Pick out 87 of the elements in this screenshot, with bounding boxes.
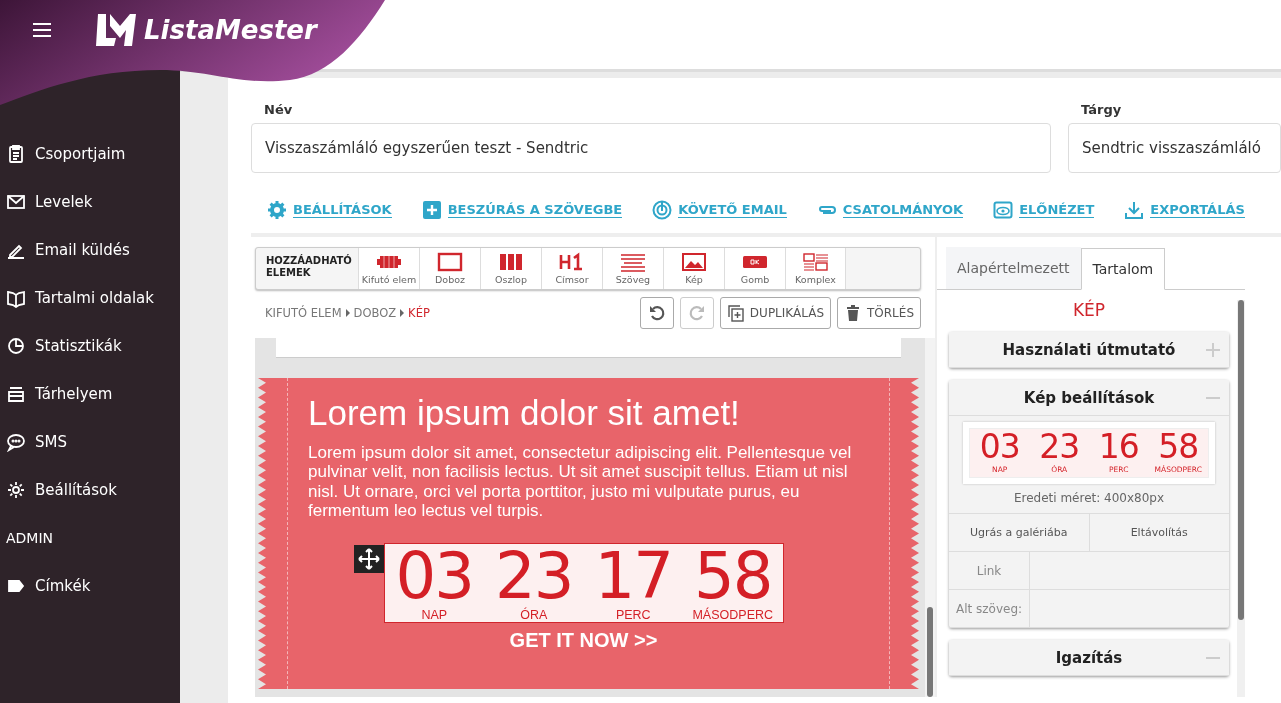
book-icon xyxy=(6,288,26,308)
undo-icon xyxy=(647,304,666,322)
breadcrumb-item[interactable]: KÉP xyxy=(408,306,430,320)
countdown-value: 17 xyxy=(594,543,672,608)
gear-icon xyxy=(6,480,26,500)
box-icon xyxy=(435,252,465,272)
sidebar-item[interactable]: Tartalmi oldalak xyxy=(0,274,180,322)
countdown-value: 16 xyxy=(1098,429,1139,465)
palette-item[interactable]: Kép xyxy=(663,248,724,289)
envelope-icon xyxy=(6,192,26,212)
section-header[interactable]: Igazítás xyxy=(949,640,1229,676)
chart-icon xyxy=(6,336,26,356)
palette-item[interactable]: Szöveg xyxy=(602,248,663,289)
section-header[interactable]: Kép beállítások xyxy=(949,380,1229,416)
countdown-value: 03 xyxy=(979,429,1020,465)
scrollbar[interactable] xyxy=(925,338,935,697)
palette-item[interactable]: Gomb xyxy=(724,248,785,289)
panel-button[interactable]: Eltávolítás xyxy=(1088,514,1229,551)
caret-icon xyxy=(344,309,351,317)
breadcrumb-item[interactable]: KIFUTÓ ELEM xyxy=(265,306,342,320)
countdown-value: 23 xyxy=(495,543,573,608)
text-field[interactable]: Sendtric visszaszámláló xyxy=(1068,123,1281,173)
logo-text: ListaMester xyxy=(144,15,317,45)
logo-icon xyxy=(94,12,138,48)
sidebar-item[interactable]: Címkék xyxy=(0,562,180,610)
trash-icon xyxy=(844,304,862,322)
palette-item[interactable]: Kifutó elem xyxy=(358,248,419,289)
text-field[interactable]: Visszaszámláló egyszerűen teszt - Sendtric xyxy=(251,123,1051,173)
countdown-value: 58 xyxy=(1158,429,1199,465)
move-handle[interactable] xyxy=(353,544,384,573)
countdown-value: 58 xyxy=(694,543,772,608)
email-heading: Lorem ipsum dolor sit amet! xyxy=(308,394,741,433)
countdown-value: 23 xyxy=(1039,429,1080,465)
move-icon xyxy=(357,547,380,570)
duplicate-button[interactable]: DUPLIKÁLÁS xyxy=(719,297,831,329)
sidebar-item[interactable]: Csoportjaim xyxy=(0,130,180,178)
tab[interactable]: Tartalom xyxy=(1080,248,1166,290)
countdown-label: PERC xyxy=(615,607,651,622)
undo-button[interactable] xyxy=(639,297,674,329)
email-paragraph: Lorem ipsum dolor sit amet, consectetur adipiscing elit. Pellentesque vel pulvinar velit, non facilisis lectus. Ut sit amet suscipit tellus. Etiam ut nisl nisl. Ut ornare, orci vel porta porttitor, justo mi vulputate purus, eu fermentum leo lectus vel turpis. xyxy=(308,442,853,521)
palette-item[interactable]: Oszlop xyxy=(480,248,541,289)
scrollbar[interactable] xyxy=(1237,300,1245,697)
breadcrumb-item[interactable]: DOBOZ xyxy=(353,306,397,320)
caret-icon xyxy=(399,309,406,317)
countdown-image[interactable]: 03 NAP 23 ÓRA 17 PERC 58 MÁSODPERC xyxy=(383,542,784,623)
download-icon xyxy=(1124,200,1145,220)
tray-icon xyxy=(6,384,26,404)
menu-icon xyxy=(32,22,52,38)
sidebar-item[interactable]: Statisztikák xyxy=(0,322,180,370)
palette-item[interactable]: Doboz xyxy=(419,248,480,289)
image-icon xyxy=(679,252,709,272)
field-label: Név xyxy=(263,102,294,117)
plus-icon xyxy=(421,200,442,220)
sidebar-item[interactable]: Levelek xyxy=(0,178,180,226)
cta-link[interactable]: GET IT NOW >> xyxy=(308,628,859,652)
sidebar-item[interactable]: Email küldés xyxy=(0,226,180,274)
sidebar-item[interactable]: Beállítások xyxy=(0,466,180,514)
minus-icon xyxy=(1206,656,1220,659)
field-label: Tárgy xyxy=(1080,102,1123,117)
chat-icon xyxy=(6,432,26,452)
countdown-label: NAP xyxy=(421,607,448,622)
palette-item[interactable]: Komplex xyxy=(785,248,846,289)
section-header[interactable]: Használati útmutató xyxy=(949,332,1229,368)
eye-icon xyxy=(993,200,1014,220)
gear-icon xyxy=(267,200,287,220)
countdown-value: 03 xyxy=(395,543,473,608)
minus-icon xyxy=(1206,396,1220,399)
palette-title: HOZZÁADHATÓ ELEMEK xyxy=(265,253,353,280)
copy-icon xyxy=(726,304,745,322)
sidebar-item[interactable]: SMS xyxy=(0,418,180,466)
redo-icon xyxy=(687,304,706,322)
countdown-label: MÁSODPERC xyxy=(692,607,774,622)
complex-icon xyxy=(800,252,831,272)
palette-item[interactable]: Címsor xyxy=(541,248,602,289)
countdown-label: ÓRA xyxy=(520,607,548,622)
plus-icon xyxy=(1206,342,1220,357)
text-icon xyxy=(618,252,648,272)
element-title: KÉP xyxy=(1071,300,1107,320)
delete-button[interactable]: TÖRLÉS xyxy=(837,297,921,329)
tab[interactable]: Alapértelmezett xyxy=(946,247,1081,289)
sidebar-heading: ADMIN xyxy=(5,529,55,548)
sidebar-item[interactable]: Tárhelyem xyxy=(0,370,180,418)
menu-button[interactable] xyxy=(32,22,52,38)
field-label: Alt szöveg: xyxy=(949,590,1030,627)
clipboard-icon xyxy=(6,144,26,164)
field-label: Link xyxy=(949,552,1030,589)
target-icon xyxy=(652,200,673,220)
